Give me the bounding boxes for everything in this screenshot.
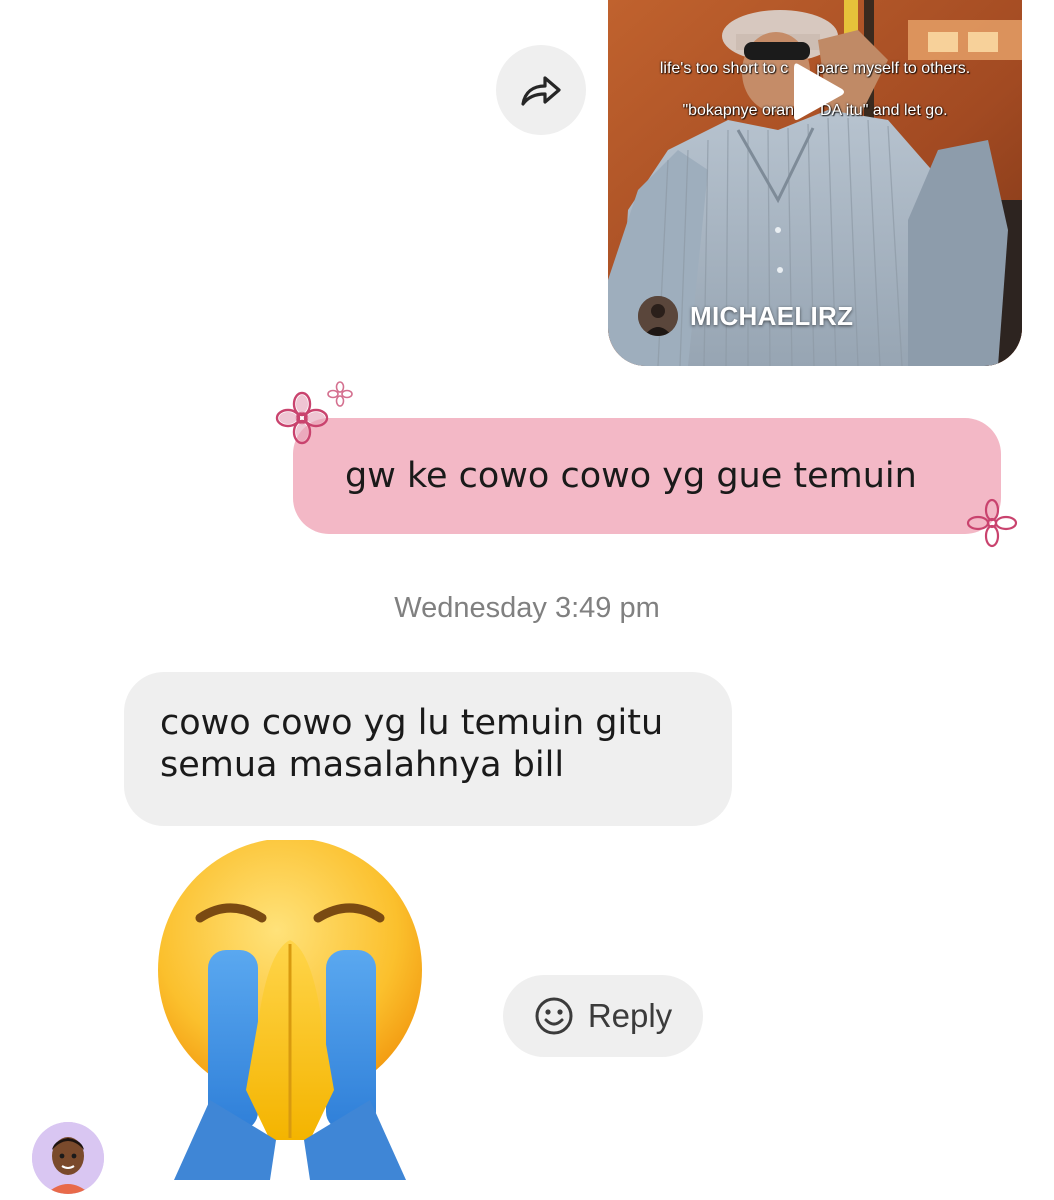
reel-author[interactable]: MICHAELIRZ: [638, 296, 853, 336]
reply-button[interactable]: Reply: [503, 975, 703, 1057]
crying-praying-emoji[interactable]: [150, 840, 440, 1180]
reel-author-avatar: [638, 296, 678, 336]
sent-message-bubble[interactable]: gw ke cowo cowo yg gue temuin: [293, 418, 1001, 534]
caption-line: life's too short to c: [659, 60, 789, 77]
flower-doodle-icon: [966, 498, 1018, 548]
received-message-line: semua masalahnya bill: [160, 745, 565, 785]
share-button[interactable]: [496, 45, 586, 135]
memoji-avatar[interactable]: [32, 1122, 104, 1194]
message-timestamp: Wednesday 3:49 pm: [394, 592, 660, 624]
play-icon[interactable]: [790, 60, 846, 124]
chat-thread: life's too short to c pare myself to othe…: [0, 0, 1054, 1200]
sent-message-text: gw ke cowo cowo yg gue temuin: [345, 456, 917, 496]
received-message-line: cowo cowo yg lu temuin gitu: [160, 703, 664, 743]
share-arrow-icon: [521, 76, 561, 106]
smiley-icon: [535, 997, 573, 1035]
flower-doodle-icon: [327, 381, 353, 407]
caption-line: "bokapnye oran: [682, 102, 794, 119]
reply-label: Reply: [587, 997, 673, 1034]
shared-reel-card[interactable]: life's too short to c pare myself to othe…: [608, 0, 1022, 366]
received-message-bubble[interactable]: cowo cowo yg lu temuin gitu semua masala…: [124, 672, 732, 826]
reel-username: MICHAELIRZ: [690, 300, 854, 331]
